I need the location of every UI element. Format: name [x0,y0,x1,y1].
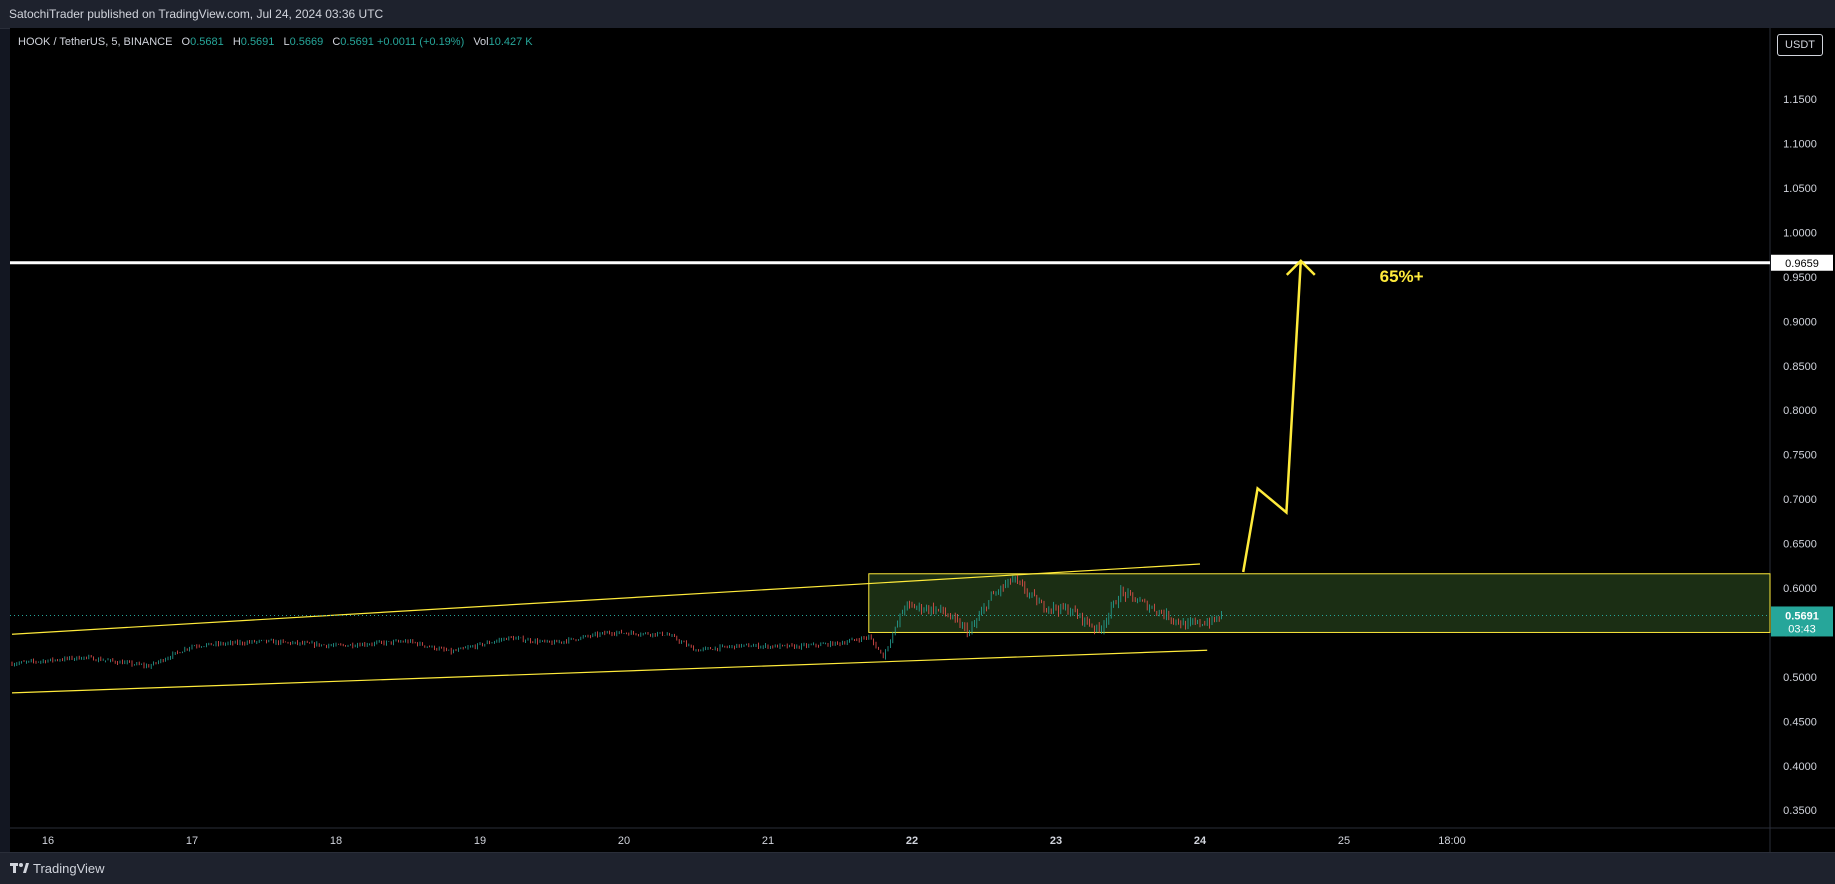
plot-background [10,28,1835,852]
x-tick-label: 16 [42,835,54,847]
x-tick-label: 24 [1194,835,1207,847]
high-value: 0.5691 [240,36,275,48]
x-tick-label: 20 [618,835,630,847]
y-tick-label: 0.6500 [1783,539,1817,551]
volume-label: Vol [473,36,489,48]
x-tick-label: 18 [330,835,342,847]
y-tick-label: 1.1500 [1783,94,1817,106]
x-tick-label: 25 [1338,835,1350,847]
tradingview-logo-icon[interactable] [10,861,30,875]
y-tick-label: 0.8000 [1783,405,1817,417]
ohlc-legend: HOOK / TetherUS, 5, BINANCE O0.5681 H0.5… [18,36,533,48]
y-tick-label: 0.8500 [1783,361,1817,373]
demand-zone [868,573,1771,633]
y-tick-label: 0.7000 [1783,494,1817,506]
y-tick-label: 0.5000 [1783,672,1817,684]
x-tick-label: 21 [762,835,774,847]
y-tick-label: 0.6000 [1783,583,1817,595]
y-tick-label: 1.0000 [1783,227,1817,239]
y-tick-label: 0.9000 [1783,316,1817,328]
y-tick-label: 0.7500 [1783,450,1817,462]
resistance-price-tag: 0.9659 [1771,254,1833,271]
last-price-value: 0.5691 [1785,610,1819,622]
tradingview-brand[interactable]: TradingView [33,861,105,876]
high-label: H [232,36,241,48]
resistance-tag-value: 0.9659 [1785,258,1819,270]
x-tick-label: 22 [906,835,918,847]
open-value: 0.5681 [190,36,224,48]
x-tick-label: 23 [1050,835,1062,847]
change-value: +0.0011 (+0.19%) [377,36,465,48]
low-value: 0.5669 [289,36,324,48]
last-price-tag: 0.569103:43 [1771,606,1833,637]
footer-bar: TradingView [0,852,1835,884]
y-tick-label: 0.4000 [1783,761,1817,773]
y-tick-label: 1.1000 [1783,139,1817,151]
x-tick-label: 19 [474,835,486,847]
y-tick-label: 1.0500 [1783,183,1817,195]
volume-value: 10.427 K [488,36,533,48]
x-tick-label: 18:00 [1438,835,1466,847]
chart-area[interactable]: 0.35000.40000.45000.50000.55000.60000.65… [10,28,1835,852]
price-chart[interactable]: 0.35000.40000.45000.50000.55000.60000.65… [10,28,1835,852]
target-label: 65%+ [1380,267,1424,286]
close-value: 0.5691 [340,36,374,48]
x-tick-label: 17 [186,835,198,847]
y-tick-label: 0.4500 [1783,716,1817,728]
open-label: O [181,36,191,48]
y-tick-label: 0.9500 [1783,272,1817,284]
price-axis [1770,28,1835,852]
last-price-countdown: 03:43 [1788,623,1816,635]
published-bar: SatochiTrader published on TradingView.c… [0,0,1835,29]
y-tick-label: 0.3500 [1783,805,1817,817]
symbol-title: HOOK / TetherUS, 5, BINANCE [18,36,173,48]
currency-button[interactable]: USDT [1777,34,1823,56]
published-text: SatochiTrader published on TradingView.c… [9,7,384,21]
